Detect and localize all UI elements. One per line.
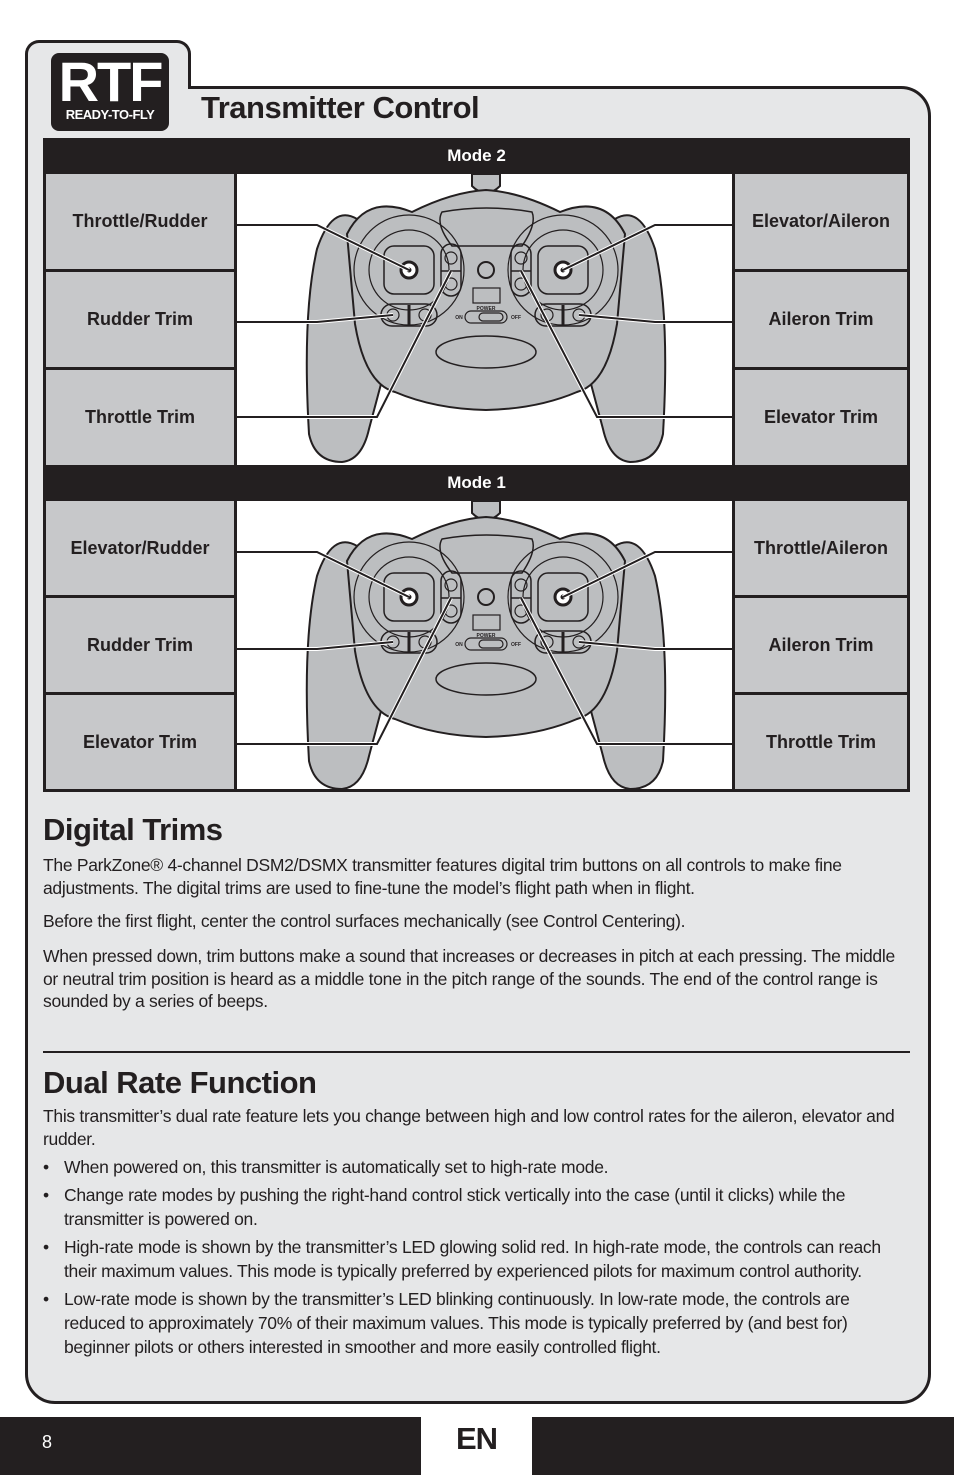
mode-2-right-stick-label: Elevator/Aileron bbox=[735, 174, 907, 272]
mode-2-right-trim-h-label: Aileron Trim bbox=[735, 272, 907, 370]
logo-mark: RTF bbox=[58, 50, 164, 113]
bullet-icon: • bbox=[43, 1185, 49, 1205]
mode-1-left-stick-label: Elevator/Rudder bbox=[46, 501, 234, 598]
mode-1-right-trim-h-label: Aileron Trim bbox=[735, 598, 907, 695]
transmitter-body bbox=[345, 188, 627, 412]
mode-2-right-trim-v-label: Elevator Trim bbox=[735, 370, 907, 465]
mode-2-left-trim-h-label: Rudder Trim bbox=[46, 272, 234, 370]
mode-2-diagram: Throttle/Rudder Rudder Trim Throttle Tri… bbox=[43, 173, 910, 465]
digital-trims-paragraph: The ParkZone® 4-channel DSM2/DSMX transm… bbox=[43, 855, 842, 898]
bullet-icon: • bbox=[43, 1237, 49, 1257]
on-label: ON bbox=[455, 315, 463, 321]
mode-1-right-trim-v-label: Throttle Trim bbox=[735, 695, 907, 789]
mode-2-left-stick-label: Throttle/Rudder bbox=[46, 174, 234, 272]
mode-1-left-trim-v-label: Elevator Trim bbox=[46, 695, 234, 789]
digital-trims-heading: Digital Trims bbox=[43, 812, 223, 847]
dual-rate-intro: This transmitter’s dual rate feature let… bbox=[43, 1106, 895, 1149]
page-title: Transmitter Control bbox=[201, 90, 480, 125]
digital-trims-paragraph: When pressed down, trim buttons make a s… bbox=[43, 946, 895, 1011]
off-label: OFF bbox=[511, 642, 521, 648]
rtf-logo: RTF READY-TO-FLY bbox=[51, 53, 169, 131]
transmitter-body bbox=[345, 515, 627, 739]
logo-subtitle: READY-TO-FLY bbox=[65, 107, 155, 122]
mode-1-right-stick-label: Throttle/Aileron bbox=[735, 501, 907, 598]
footer-bar-right bbox=[532, 1417, 954, 1475]
bullet-icon: • bbox=[43, 1157, 49, 1177]
dual-rate-list: • When powered on, this transmitter is au… bbox=[43, 1155, 913, 1363]
digital-trims-paragraph: Before the first flight, center the cont… bbox=[43, 911, 686, 931]
mode-2-left-trim-v-label: Throttle Trim bbox=[46, 370, 234, 465]
mode-1-diagram: Elevator/Rudder Rudder Trim Elevator Tri… bbox=[43, 500, 910, 792]
off-label: OFF bbox=[511, 315, 521, 321]
list-item: • Low-rate mode is shown by the transmitt… bbox=[43, 1289, 850, 1357]
mode-2-header: Mode 2 bbox=[43, 138, 910, 174]
dual-rate-heading: Dual Rate Function bbox=[43, 1065, 317, 1100]
transmitter-illustration: POWER ON OFF bbox=[237, 173, 735, 465]
mode-1-left-trim-h-label: Rudder Trim bbox=[46, 598, 234, 695]
list-item: • When powered on, this transmitter is au… bbox=[43, 1157, 609, 1177]
mode-1-header: Mode 1 bbox=[43, 465, 910, 501]
bullet-icon: • bbox=[43, 1289, 49, 1309]
on-label: ON bbox=[455, 642, 463, 648]
list-item: • High-rate mode is shown by the transmit… bbox=[43, 1237, 881, 1281]
transmitter-illustration: POWER ON OFF bbox=[237, 500, 735, 791]
section-divider bbox=[43, 1051, 910, 1053]
list-item: • Change rate modes by pushing the right-… bbox=[43, 1185, 846, 1229]
page-number: 8 bbox=[42, 1432, 53, 1452]
footer-bar-left: 8 bbox=[0, 1417, 421, 1475]
language-tag: EN bbox=[455, 1421, 498, 1456]
